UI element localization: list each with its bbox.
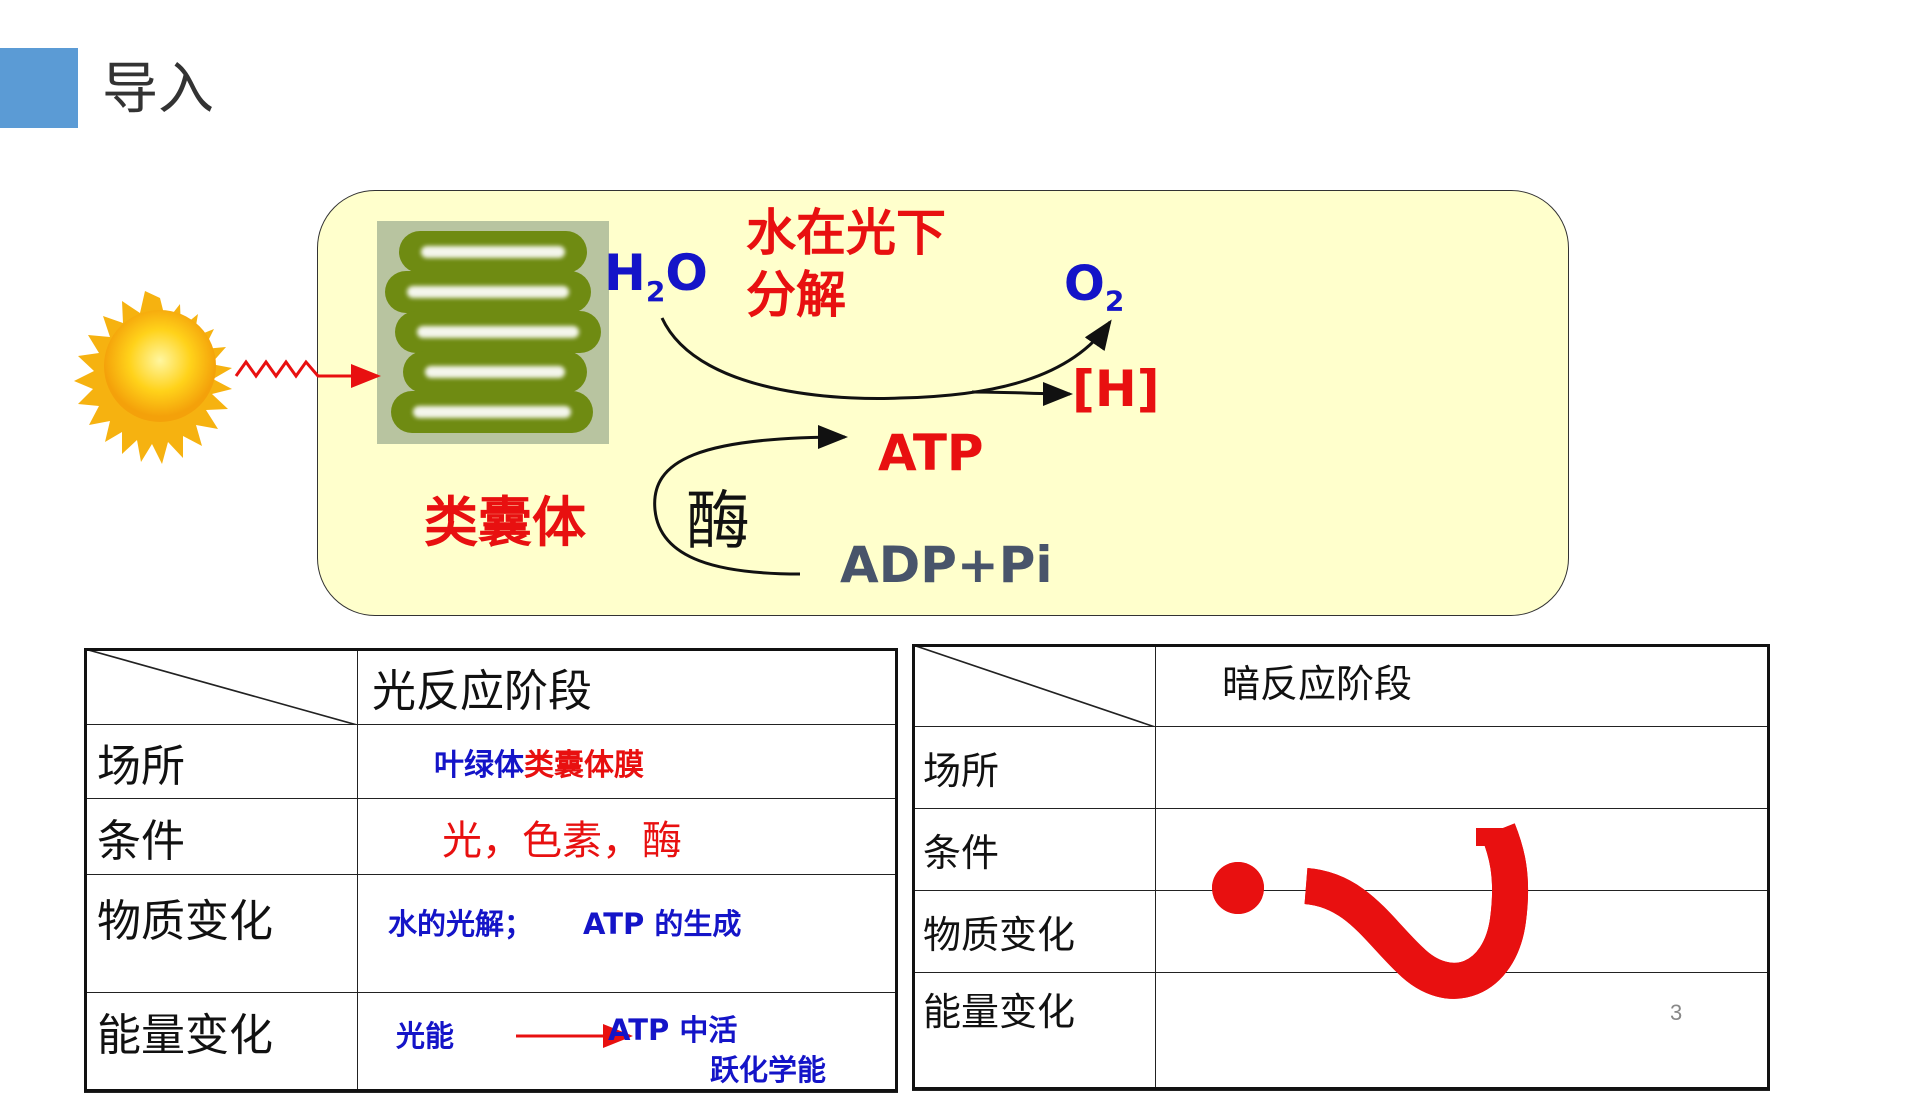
light-site-value: 叶绿体类囊体膜: [357, 724, 898, 799]
dark-site-value: [1155, 726, 1770, 809]
light-row-label-site: 场所: [84, 724, 358, 799]
light-row-label-condition: 条件: [84, 798, 358, 875]
dark-table-header: 暗反应阶段: [1155, 644, 1770, 727]
dark-reaction-table: 暗反应阶段 场所 条件 物质变化 能量变化: [912, 644, 1770, 1091]
dark-row-label-matter: 物质变化: [912, 890, 1156, 973]
h-branch-arrow: [971, 381, 1073, 406]
dark-row-label-energy: 能量变化: [912, 972, 1156, 1091]
light-energy-value: 光能 ATP 中活 跃化学能: [357, 992, 898, 1093]
h2o-label: H2O: [604, 244, 708, 308]
photolysis-arrow: [660, 317, 1112, 400]
h-label: [H]: [1072, 360, 1160, 418]
dark-row-label-site: 场所: [912, 726, 1156, 809]
enzyme-label: 酶: [686, 485, 750, 559]
o2-label: O2: [1064, 256, 1125, 318]
dark-matter-value: [1155, 890, 1770, 973]
dark-condition-value: [1155, 808, 1770, 891]
adp-label: ADP+Pi: [840, 536, 1053, 594]
light-ray-arrow: [234, 359, 381, 388]
dark-row-label-condition: 条件: [912, 808, 1156, 891]
light-row-label-matter: 物质变化: [84, 874, 358, 993]
sun-icon: [74, 291, 232, 464]
table-corner-cell: [84, 648, 358, 725]
light-row-label-energy: 能量变化: [84, 992, 358, 1093]
light-reaction-table: 光反应阶段 场所 叶绿体类囊体膜 条件 光，色素，酶 物质变化 水的光解； ATP…: [84, 648, 898, 1093]
light-table-header: 光反应阶段: [357, 648, 898, 725]
light-condition-value: 光，色素，酶: [357, 798, 898, 875]
photolysis-label: 水在光下 分解: [746, 204, 946, 324]
atp-label: ATP: [878, 424, 984, 482]
dark-table-corner-cell: [912, 644, 1156, 727]
light-matter-value: 水的光解； ATP 的生成: [357, 874, 898, 993]
page-number: 3: [1670, 1000, 1683, 1025]
dark-energy-value: [1155, 972, 1770, 1091]
membrane-label: 类囊体: [424, 491, 586, 554]
